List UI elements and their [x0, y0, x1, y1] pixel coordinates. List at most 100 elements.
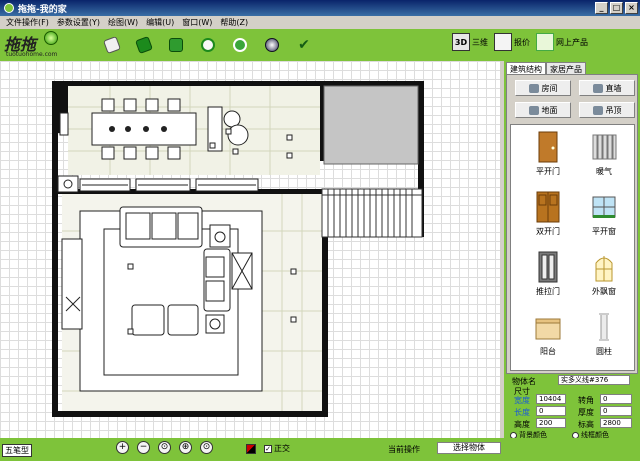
- item-hinged-door[interactable]: 平开门: [523, 131, 573, 177]
- settings-button[interactable]: [224, 36, 256, 54]
- quote-label: 报价: [514, 37, 530, 47]
- zoom-window-button[interactable]: ⊙: [200, 441, 213, 454]
- item-sliding-door[interactable]: 推拉门: [523, 251, 573, 297]
- floor-button[interactable]: 地面: [515, 102, 571, 118]
- online-products-button[interactable]: 网上产品: [536, 33, 588, 51]
- maximize-button[interactable]: □: [610, 2, 623, 14]
- length-label: 长度: [514, 408, 530, 417]
- item-casement-window[interactable]: 平开窗: [579, 191, 629, 237]
- storage-room[interactable]: [323, 85, 419, 165]
- window-title: 拖拖-我的家: [18, 4, 67, 15]
- wall-icon: [592, 83, 603, 93]
- item-radiator[interactable]: 暖气: [579, 131, 629, 177]
- floor-plan-canvas[interactable]: [0, 61, 500, 438]
- side-panel: 建筑结构 家居产品 房间 直墙 地面 吊顶 平开门 暖气 双开门 平开窗 推拉门…: [504, 61, 640, 439]
- column-icon: [599, 313, 609, 341]
- open-file-button[interactable]: [128, 36, 160, 54]
- new-file-icon: [103, 36, 121, 54]
- floor-icon: [528, 105, 539, 115]
- sliding-door-icon: [538, 251, 558, 283]
- toolbar: 拖拖 tuotuohome.com ✔ 3D 三维 报价 网上产品: [0, 29, 640, 61]
- ceiling-button[interactable]: 吊顶: [579, 102, 635, 118]
- confirm-button[interactable]: ✔: [288, 36, 320, 54]
- panel-content: 房间 直墙 地面 吊顶 平开门 暖气 双开门 平开窗 推拉门 外飘窗 阳台 圆柱: [506, 74, 638, 374]
- room-button[interactable]: 房间: [515, 80, 571, 96]
- item-label: 暖气: [596, 167, 612, 176]
- settings-icon: [233, 38, 247, 52]
- floor-label: 地面: [541, 105, 558, 115]
- item-gallery: 平开门 暖气 双开门 平开窗 推拉门 外飘窗 阳台 圆柱: [510, 124, 635, 371]
- refresh-button[interactable]: [192, 36, 224, 54]
- item-double-door[interactable]: 双开门: [523, 191, 573, 237]
- ime-indicator[interactable]: 五笔型: [2, 444, 32, 457]
- ortho-label: 正交: [274, 444, 290, 453]
- casement-window-icon: [592, 196, 616, 218]
- ortho-checkbox[interactable]: ✓: [264, 444, 272, 453]
- online-products-label: 网上产品: [556, 37, 588, 47]
- menu-params[interactable]: 参数设置(Y): [53, 17, 104, 28]
- menu-file[interactable]: 文件操作(F): [2, 17, 53, 28]
- item-label: 阳台: [540, 347, 556, 356]
- online-products-icon: [536, 33, 554, 51]
- zoom-out-button[interactable]: −: [137, 441, 150, 454]
- current-op-value: 选择物体: [437, 442, 501, 454]
- color-swatch-icon[interactable]: [246, 443, 256, 454]
- length-field[interactable]: 0: [536, 406, 566, 416]
- item-bay-window[interactable]: 外飘窗: [579, 251, 629, 297]
- 3d-view-icon: 3D: [452, 33, 470, 51]
- document-icon: [494, 33, 512, 51]
- width-field[interactable]: 10404: [536, 394, 566, 404]
- save-icon: [169, 38, 183, 52]
- status-bar: 五笔型 + − ⊙ ⊕ ⊙ ✓ 正交 当前操作 选择物体: [0, 438, 640, 461]
- bay-window-icon: [595, 256, 613, 282]
- globe-button[interactable]: [256, 36, 288, 54]
- item-label: 推拉门: [536, 287, 560, 296]
- hinged-door-icon: [538, 131, 558, 163]
- item-label: 平开门: [536, 167, 560, 176]
- ortho-option[interactable]: ✓ 正交: [264, 443, 290, 454]
- properties-panel: 物体名 实多义线#376 尺寸 宽度 10404 长度 0 高度 200 转角 …: [506, 374, 638, 439]
- width-label: 宽度: [514, 396, 530, 405]
- zoom-in-button[interactable]: +: [116, 441, 129, 454]
- floor-plan-drawing: [52, 81, 424, 417]
- side-cabinet[interactable]: [61, 238, 83, 330]
- menu-window[interactable]: 窗口(W): [178, 17, 216, 28]
- item-column[interactable]: 圆柱: [579, 311, 629, 357]
- item-label: 外飘窗: [592, 287, 616, 296]
- rotation-field[interactable]: 0: [600, 394, 632, 404]
- rotation-label: 转角: [578, 396, 594, 405]
- quote-button[interactable]: 报价: [494, 33, 530, 51]
- cabinet-row[interactable]: [57, 175, 259, 193]
- logo-url: tuotuohome.com: [6, 51, 58, 58]
- checkmark-icon: ✔: [298, 37, 310, 53]
- thickness-field[interactable]: 0: [600, 406, 632, 416]
- straight-wall-label: 直墙: [605, 83, 622, 93]
- straight-wall-button[interactable]: 直墙: [579, 80, 635, 96]
- elevation-field[interactable]: 2800: [600, 418, 632, 428]
- save-button[interactable]: [160, 36, 192, 54]
- thickness-label: 厚度: [578, 408, 594, 417]
- globe-icon: [265, 38, 279, 52]
- zoom-fit-button[interactable]: ⊙: [158, 441, 171, 454]
- title-bar: 拖拖-我的家 _ □ ×: [0, 0, 640, 16]
- ceiling-icon: [592, 105, 603, 115]
- double-door-icon: [536, 191, 560, 223]
- menu-help[interactable]: 帮助(Z): [216, 17, 252, 28]
- item-label: 圆柱: [596, 347, 612, 356]
- pan-button[interactable]: ⊕: [179, 441, 192, 454]
- item-label: 双开门: [536, 227, 560, 236]
- view-3d-button[interactable]: 3D 三维: [452, 33, 488, 51]
- refresh-icon: [201, 38, 215, 52]
- height-field[interactable]: 200: [536, 418, 566, 428]
- close-button[interactable]: ×: [625, 2, 638, 14]
- room-label: 房间: [541, 83, 558, 93]
- staircase[interactable]: [321, 188, 423, 238]
- minimize-button[interactable]: _: [595, 2, 608, 14]
- logo-bulb-icon: [44, 31, 58, 45]
- item-label: 平开窗: [592, 227, 616, 236]
- object-name-field[interactable]: 实多义线#376: [558, 375, 630, 385]
- menu-draw[interactable]: 绘图(W): [104, 17, 142, 28]
- item-balcony[interactable]: 阳台: [523, 311, 573, 357]
- new-file-button[interactable]: [96, 36, 128, 54]
- menu-edit[interactable]: 编辑(U): [142, 17, 178, 28]
